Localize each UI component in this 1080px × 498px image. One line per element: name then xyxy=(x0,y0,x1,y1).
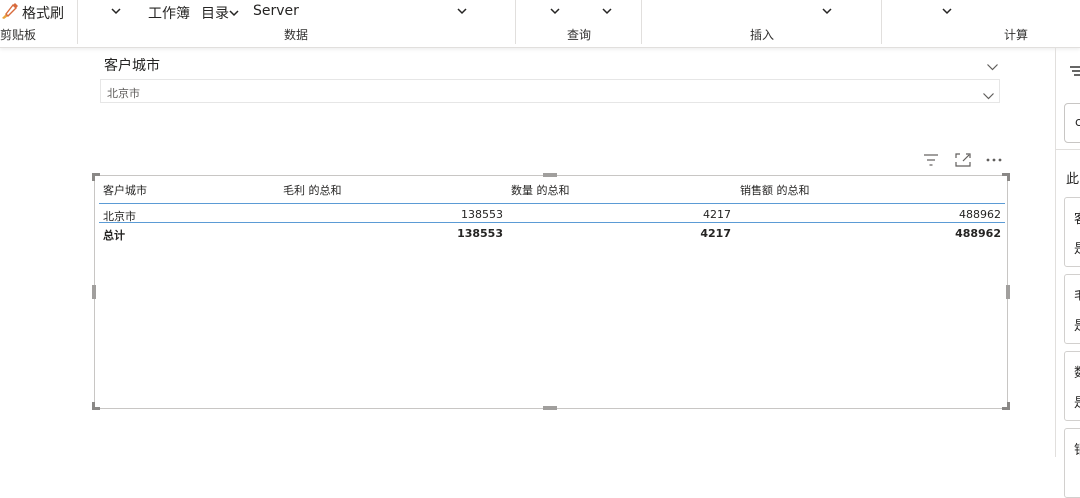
resize-handle[interactable] xyxy=(92,285,96,299)
resize-handle[interactable] xyxy=(543,173,557,177)
cell-city: 北京市 xyxy=(103,210,136,223)
slicer-title: 客户城市 xyxy=(104,58,160,74)
resize-corner[interactable] xyxy=(92,402,100,410)
column-header-sales[interactable]: 销售额 的总和 xyxy=(740,182,810,198)
column-header-gross-profit[interactable]: 毛利 的总和 xyxy=(283,182,342,198)
data-table: 客户城市 毛利 的总和 数量 的总和 销售额 的总和 北京市 138553 42… xyxy=(99,179,1005,242)
cell-quantity: 4217 xyxy=(703,208,731,221)
ribbon: 格式刷 剪贴板 工作簿 目录 Server 数据 查询 插入 计算 xyxy=(0,0,1080,48)
total-label: 总计 xyxy=(103,229,125,242)
cell-gross-profit: 138553 xyxy=(461,208,503,221)
filter-card[interactable]: 销 xyxy=(1064,428,1080,498)
chevron-down-icon[interactable] xyxy=(549,6,561,16)
chevron-down-icon[interactable] xyxy=(228,8,240,18)
insert-group-label: 插入 xyxy=(750,28,775,42)
chevron-down-icon[interactable] xyxy=(456,6,468,16)
filter-card-title: 销 xyxy=(1074,439,1080,458)
filter-card-value: 是 xyxy=(1074,392,1080,411)
query-group-label: 查询 xyxy=(567,28,592,42)
resize-corner[interactable] xyxy=(1002,402,1010,410)
filter-card-title: 数 xyxy=(1074,362,1080,381)
slicer-dropdown[interactable]: 北京市 xyxy=(100,79,1000,103)
pane-divider xyxy=(1055,48,1056,457)
cell-sales: 488962 xyxy=(959,208,1001,221)
format-painter-button[interactable]: 格式刷 xyxy=(22,3,64,23)
chevron-down-icon[interactable] xyxy=(601,6,613,16)
chevron-down-icon[interactable] xyxy=(982,86,995,105)
workbook-button[interactable]: 工作簿 xyxy=(148,3,190,23)
filter-card[interactable]: 毛 是 xyxy=(1064,274,1080,344)
column-header-city[interactable]: 客户城市 xyxy=(103,182,147,198)
catalog-button[interactable]: 目录 xyxy=(201,3,229,23)
calc-group-label: 计算 xyxy=(1004,28,1029,42)
filter-search-input[interactable]: c xyxy=(1064,103,1080,143)
data-group-label: 数据 xyxy=(284,28,309,42)
column-header-quantity[interactable]: 数量 的总和 xyxy=(511,182,570,198)
clipboard-group-label: 剪贴板 xyxy=(0,28,37,42)
server-dropdown[interactable]: Server xyxy=(253,3,299,19)
filter-card-value: 是 xyxy=(1074,238,1080,257)
chevron-down-icon[interactable] xyxy=(110,6,122,16)
filter-icon[interactable] xyxy=(922,152,940,168)
table-header-row: 客户城市 毛利 的总和 数量 的总和 销售额 的总和 xyxy=(99,179,1005,204)
total-quantity: 4217 xyxy=(700,227,731,240)
table-row: 北京市 138553 4217 488962 xyxy=(99,204,1005,223)
chevron-down-icon[interactable] xyxy=(986,57,999,76)
filter-card-value: 是 xyxy=(1074,315,1080,334)
table-total-row: 总计 138553 4217 488962 xyxy=(99,223,1005,242)
paintbrush-icon[interactable] xyxy=(0,2,20,20)
filter-card-title: 毛 xyxy=(1074,285,1080,304)
resize-handle[interactable] xyxy=(543,406,557,410)
filter-icon[interactable] xyxy=(1069,63,1080,82)
more-options-icon[interactable] xyxy=(985,152,1003,168)
slicer-selected-value: 北京市 xyxy=(107,87,140,100)
chevron-down-icon[interactable] xyxy=(821,6,833,16)
focus-mode-icon[interactable] xyxy=(954,152,972,168)
divider xyxy=(1056,149,1080,150)
resize-handle[interactable] xyxy=(1006,285,1010,299)
filter-card[interactable]: 数 是 xyxy=(1064,351,1080,421)
total-gross-profit: 138553 xyxy=(457,227,503,240)
filter-card[interactable]: 客 是 xyxy=(1064,197,1080,267)
chevron-down-icon[interactable] xyxy=(941,6,953,16)
search-icon: c xyxy=(1075,115,1080,129)
filter-card-title: 客 xyxy=(1074,208,1080,227)
total-sales: 488962 xyxy=(955,227,1001,240)
filters-on-visual-label: 此 xyxy=(1066,172,1080,187)
